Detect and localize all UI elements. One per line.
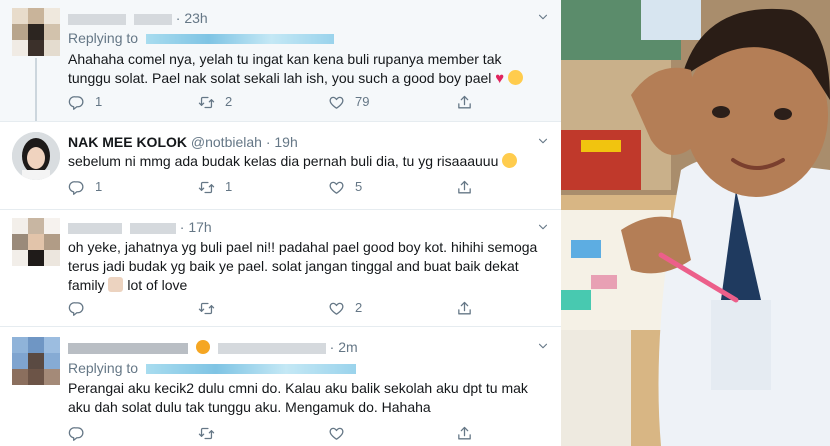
redacted-handle <box>133 13 172 25</box>
share-icon <box>456 179 473 196</box>
orange-emoji-icon <box>195 340 210 354</box>
like-icon <box>328 179 345 196</box>
red-heart-emoji-icon: ♥ <box>495 70 505 87</box>
redacted-handle <box>129 222 176 234</box>
user-handle[interactable]: @notbielah <box>191 134 262 150</box>
tired-face-emoji-icon <box>502 153 518 168</box>
like-button[interactable] <box>328 423 345 443</box>
like-button[interactable]: 2 <box>328 298 362 318</box>
share-button[interactable] <box>456 177 473 197</box>
reply-count: 1 <box>95 94 103 109</box>
chevron-down-icon[interactable] <box>537 10 549 22</box>
tweet-actions <box>68 423 488 443</box>
tweet-text: sebelum ni mmg ada budak kelas dia perna… <box>68 152 548 171</box>
reply-button[interactable] <box>68 423 85 443</box>
retweet-count: 2 <box>225 94 233 109</box>
retweet-button[interactable]: 2 <box>198 92 232 112</box>
chevron-down-icon[interactable] <box>537 134 549 146</box>
share-icon <box>456 94 473 111</box>
retweet-icon <box>198 179 215 196</box>
retweet-icon <box>198 300 215 317</box>
retweet-count: 1 <box>225 179 233 194</box>
tweet-header: NAK MEE KOLOK @notbielah · 19h <box>68 134 298 150</box>
display-name[interactable]: NAK MEE KOLOK <box>68 134 187 150</box>
tweet-item[interactable]: · 17h oh yeke, jahatnya yg buli pael ni!… <box>0 209 561 326</box>
pointing-hand-emoji-icon <box>108 277 124 292</box>
tweet-item[interactable]: · 2m Replying to Perangai aku kecik2 dul… <box>0 326 561 446</box>
replying-to: Replying to <box>68 29 334 47</box>
retweet-button[interactable] <box>198 298 215 318</box>
share-button[interactable] <box>456 423 473 443</box>
tweet-text: Ahahaha comel nya, yelah tu ingat kan ke… <box>68 50 548 88</box>
share-icon <box>456 425 473 442</box>
like-button[interactable]: 5 <box>328 177 362 197</box>
reply-button[interactable]: 1 <box>68 177 102 197</box>
tweet-timestamp[interactable]: 19h <box>274 134 297 150</box>
tweet-header: · 17h <box>68 218 212 236</box>
tweet-actions: 2 <box>68 298 488 318</box>
tweet-item[interactable]: NAK MEE KOLOK @notbielah · 19h sebelum n… <box>0 121 561 209</box>
retweet-icon <box>198 94 215 111</box>
child-photo <box>561 0 830 446</box>
reply-thread-feed: · 23h Replying to Ahahaha comel nya, yel… <box>0 0 561 446</box>
tweet-actions: 1 1 5 <box>68 177 488 197</box>
redacted-name <box>68 13 126 25</box>
thread-connector <box>35 58 37 121</box>
retweet-button[interactable] <box>198 423 215 443</box>
reply-button[interactable] <box>68 298 85 318</box>
tweet-header: · 23h <box>68 9 208 27</box>
chevron-down-icon[interactable] <box>537 339 549 351</box>
redacted-mention-link[interactable] <box>145 364 356 375</box>
reply-icon <box>68 300 85 317</box>
crying-face-emoji-icon <box>508 70 524 85</box>
like-button[interactable]: 79 <box>328 92 369 112</box>
like-count: 79 <box>355 94 370 109</box>
tweet-item[interactable]: · 23h Replying to Ahahaha comel nya, yel… <box>0 0 561 121</box>
reply-icon <box>68 179 85 196</box>
redacted-name <box>68 342 188 354</box>
avatar[interactable] <box>12 337 60 385</box>
like-count: 2 <box>355 300 363 315</box>
tweet-actions: 1 2 79 <box>68 92 488 112</box>
retweet-icon <box>198 425 215 442</box>
replying-to: Replying to <box>68 359 356 377</box>
tweet-timestamp[interactable]: 23h <box>184 10 207 26</box>
like-icon <box>328 300 345 317</box>
tweet-text: oh yeke, jahatnya yg buli pael ni!! pada… <box>68 239 538 293</box>
redacted-mention-link[interactable] <box>145 34 334 45</box>
tweet-header: · 2m <box>68 338 358 356</box>
photo-illustration <box>561 0 830 446</box>
share-button[interactable] <box>456 298 473 318</box>
chevron-down-icon[interactable] <box>537 220 549 232</box>
avatar[interactable] <box>12 8 60 56</box>
reply-count: 1 <box>95 179 103 194</box>
tweet-timestamp[interactable]: 2m <box>338 339 357 355</box>
reply-button[interactable]: 1 <box>68 92 102 112</box>
profile-photo <box>12 132 60 180</box>
share-button[interactable] <box>456 92 473 112</box>
avatar[interactable] <box>12 132 60 180</box>
reply-icon <box>68 94 85 111</box>
share-icon <box>456 300 473 317</box>
like-icon <box>328 94 345 111</box>
retweet-button[interactable]: 1 <box>198 177 232 197</box>
tweet-text: Perangai aku kecik2 dulu cmni do. Kalau … <box>68 380 528 415</box>
redacted-handle <box>217 342 326 354</box>
redacted-name <box>68 222 122 234</box>
like-count: 5 <box>355 179 363 194</box>
avatar[interactable] <box>12 218 60 266</box>
tweet-timestamp[interactable]: 17h <box>188 219 211 235</box>
like-icon <box>328 425 345 442</box>
reply-icon <box>68 425 85 442</box>
